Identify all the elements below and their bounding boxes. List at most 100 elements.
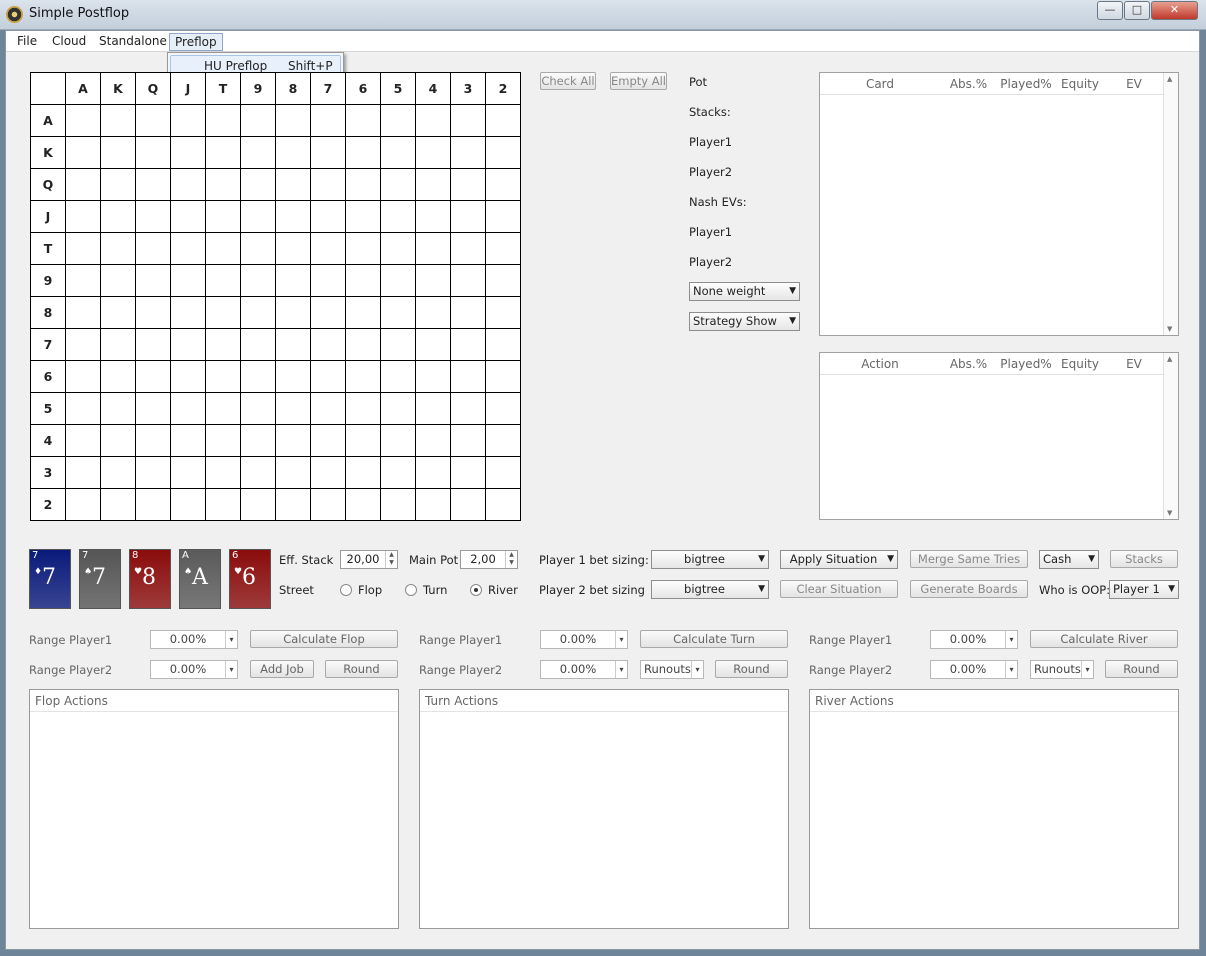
- hand-cell[interactable]: [65, 136, 101, 169]
- col-equity[interactable]: Equity: [1055, 357, 1105, 371]
- calculate-flop-button[interactable]: Calculate Flop: [250, 630, 398, 648]
- col-abs[interactable]: Abs.%: [940, 357, 997, 371]
- hand-cell[interactable]: [205, 456, 241, 489]
- scroll-up-icon[interactable]: ▲: [1167, 75, 1172, 83]
- hand-cell[interactable]: [310, 264, 346, 297]
- flop-radio[interactable]: [340, 584, 352, 596]
- hand-cell[interactable]: [450, 424, 486, 457]
- menu-file[interactable]: File: [12, 33, 42, 51]
- hand-cell[interactable]: [485, 360, 521, 393]
- hand-cell[interactable]: [100, 360, 136, 393]
- hand-cell[interactable]: [380, 360, 416, 393]
- hand-cell[interactable]: [170, 424, 206, 457]
- hand-cell[interactable]: [205, 232, 241, 265]
- hand-cell[interactable]: [240, 104, 276, 137]
- hand-cell[interactable]: [240, 296, 276, 329]
- hand-cell[interactable]: [205, 200, 241, 233]
- hand-cell[interactable]: [240, 168, 276, 201]
- hand-cell[interactable]: [205, 360, 241, 393]
- river-runouts-combo[interactable]: Runouts ▾: [1030, 660, 1094, 679]
- hand-cell[interactable]: [170, 296, 206, 329]
- river-round-button[interactable]: Round: [1105, 660, 1178, 678]
- hand-cell[interactable]: [170, 136, 206, 169]
- board-card[interactable]: 8 ♥ 8: [129, 549, 171, 609]
- hand-cell[interactable]: [450, 488, 486, 521]
- hand-cell[interactable]: [275, 296, 311, 329]
- hand-cell[interactable]: [275, 360, 311, 393]
- hand-cell[interactable]: [205, 424, 241, 457]
- hand-cell[interactable]: [415, 392, 451, 425]
- generate-boards-button[interactable]: Generate Boards: [910, 580, 1028, 598]
- hand-cell[interactable]: [345, 456, 381, 489]
- menu-preflop[interactable]: Preflop: [169, 33, 223, 51]
- hand-cell[interactable]: [345, 328, 381, 361]
- minimize-button[interactable]: —: [1097, 1, 1123, 20]
- col-equity[interactable]: Equity: [1055, 77, 1105, 91]
- hand-cell[interactable]: [100, 296, 136, 329]
- turn-radio[interactable]: [405, 584, 417, 596]
- hand-cell[interactable]: [415, 168, 451, 201]
- hand-cell[interactable]: [415, 200, 451, 233]
- hand-cell[interactable]: [345, 168, 381, 201]
- hand-cell[interactable]: [240, 424, 276, 457]
- hand-cell[interactable]: [450, 456, 486, 489]
- p2-sizing-combo[interactable]: bigtree ▼: [651, 580, 769, 599]
- hand-cell[interactable]: [135, 328, 171, 361]
- hand-cell[interactable]: [135, 168, 171, 201]
- hand-cell[interactable]: [205, 168, 241, 201]
- oop-combo[interactable]: Player 1 ▼: [1109, 580, 1179, 599]
- apply-situation-button[interactable]: Apply Situation ▼: [780, 550, 898, 569]
- col-action[interactable]: Action: [820, 357, 940, 371]
- hand-cell[interactable]: [345, 392, 381, 425]
- hand-cell[interactable]: [485, 424, 521, 457]
- card-table[interactable]: Card Abs.% Played% Equity EV ▲ ▼: [819, 72, 1179, 336]
- hand-cell[interactable]: [450, 328, 486, 361]
- hand-cell[interactable]: [380, 168, 416, 201]
- turn-range2-combo[interactable]: 0.00% ▾: [540, 660, 628, 679]
- hand-cell[interactable]: [135, 456, 171, 489]
- hand-cell[interactable]: [345, 488, 381, 521]
- eff-stack-input[interactable]: 20,00 ▲ ▼: [340, 550, 398, 569]
- hand-cell[interactable]: [65, 424, 101, 457]
- hand-cell[interactable]: [275, 392, 311, 425]
- hand-cell[interactable]: [135, 136, 171, 169]
- col-ev[interactable]: EV: [1105, 357, 1163, 371]
- hand-cell[interactable]: [100, 488, 136, 521]
- hand-cell[interactable]: [310, 392, 346, 425]
- hand-cell[interactable]: [65, 264, 101, 297]
- hand-cell[interactable]: [65, 360, 101, 393]
- hand-cell[interactable]: [240, 264, 276, 297]
- hand-cell[interactable]: [415, 424, 451, 457]
- hand-cell[interactable]: [345, 424, 381, 457]
- flop-actions-panel[interactable]: Flop Actions: [29, 689, 399, 929]
- river-radio[interactable]: [470, 584, 482, 596]
- hand-cell[interactable]: [170, 264, 206, 297]
- spin-arrows-icon[interactable]: ▲ ▼: [505, 551, 517, 568]
- river-range1-combo[interactable]: 0.00% ▾: [930, 630, 1018, 649]
- hand-cell[interactable]: [275, 456, 311, 489]
- hand-cell[interactable]: [135, 264, 171, 297]
- hand-cell[interactable]: [345, 136, 381, 169]
- hand-cell[interactable]: [65, 456, 101, 489]
- hand-cell[interactable]: [205, 104, 241, 137]
- hand-cell[interactable]: [485, 328, 521, 361]
- close-button[interactable]: ✕: [1151, 1, 1198, 20]
- menu-cloud[interactable]: Cloud: [47, 33, 91, 51]
- hand-cell[interactable]: [450, 264, 486, 297]
- hand-cell[interactable]: [170, 328, 206, 361]
- hand-cell[interactable]: [450, 392, 486, 425]
- hand-cell[interactable]: [485, 104, 521, 137]
- hand-cell[interactable]: [170, 104, 206, 137]
- hand-cell[interactable]: [415, 488, 451, 521]
- hand-cell[interactable]: [485, 264, 521, 297]
- maximize-button[interactable]: □: [1124, 1, 1150, 20]
- hand-cell[interactable]: [380, 264, 416, 297]
- hand-cell[interactable]: [345, 200, 381, 233]
- hand-cell[interactable]: [415, 104, 451, 137]
- hand-cell[interactable]: [240, 456, 276, 489]
- hand-cell[interactable]: [205, 296, 241, 329]
- hand-cell[interactable]: [135, 488, 171, 521]
- strategy-combo[interactable]: Strategy Show ▼: [689, 312, 800, 331]
- hand-cell[interactable]: [240, 360, 276, 393]
- hand-cell[interactable]: [380, 296, 416, 329]
